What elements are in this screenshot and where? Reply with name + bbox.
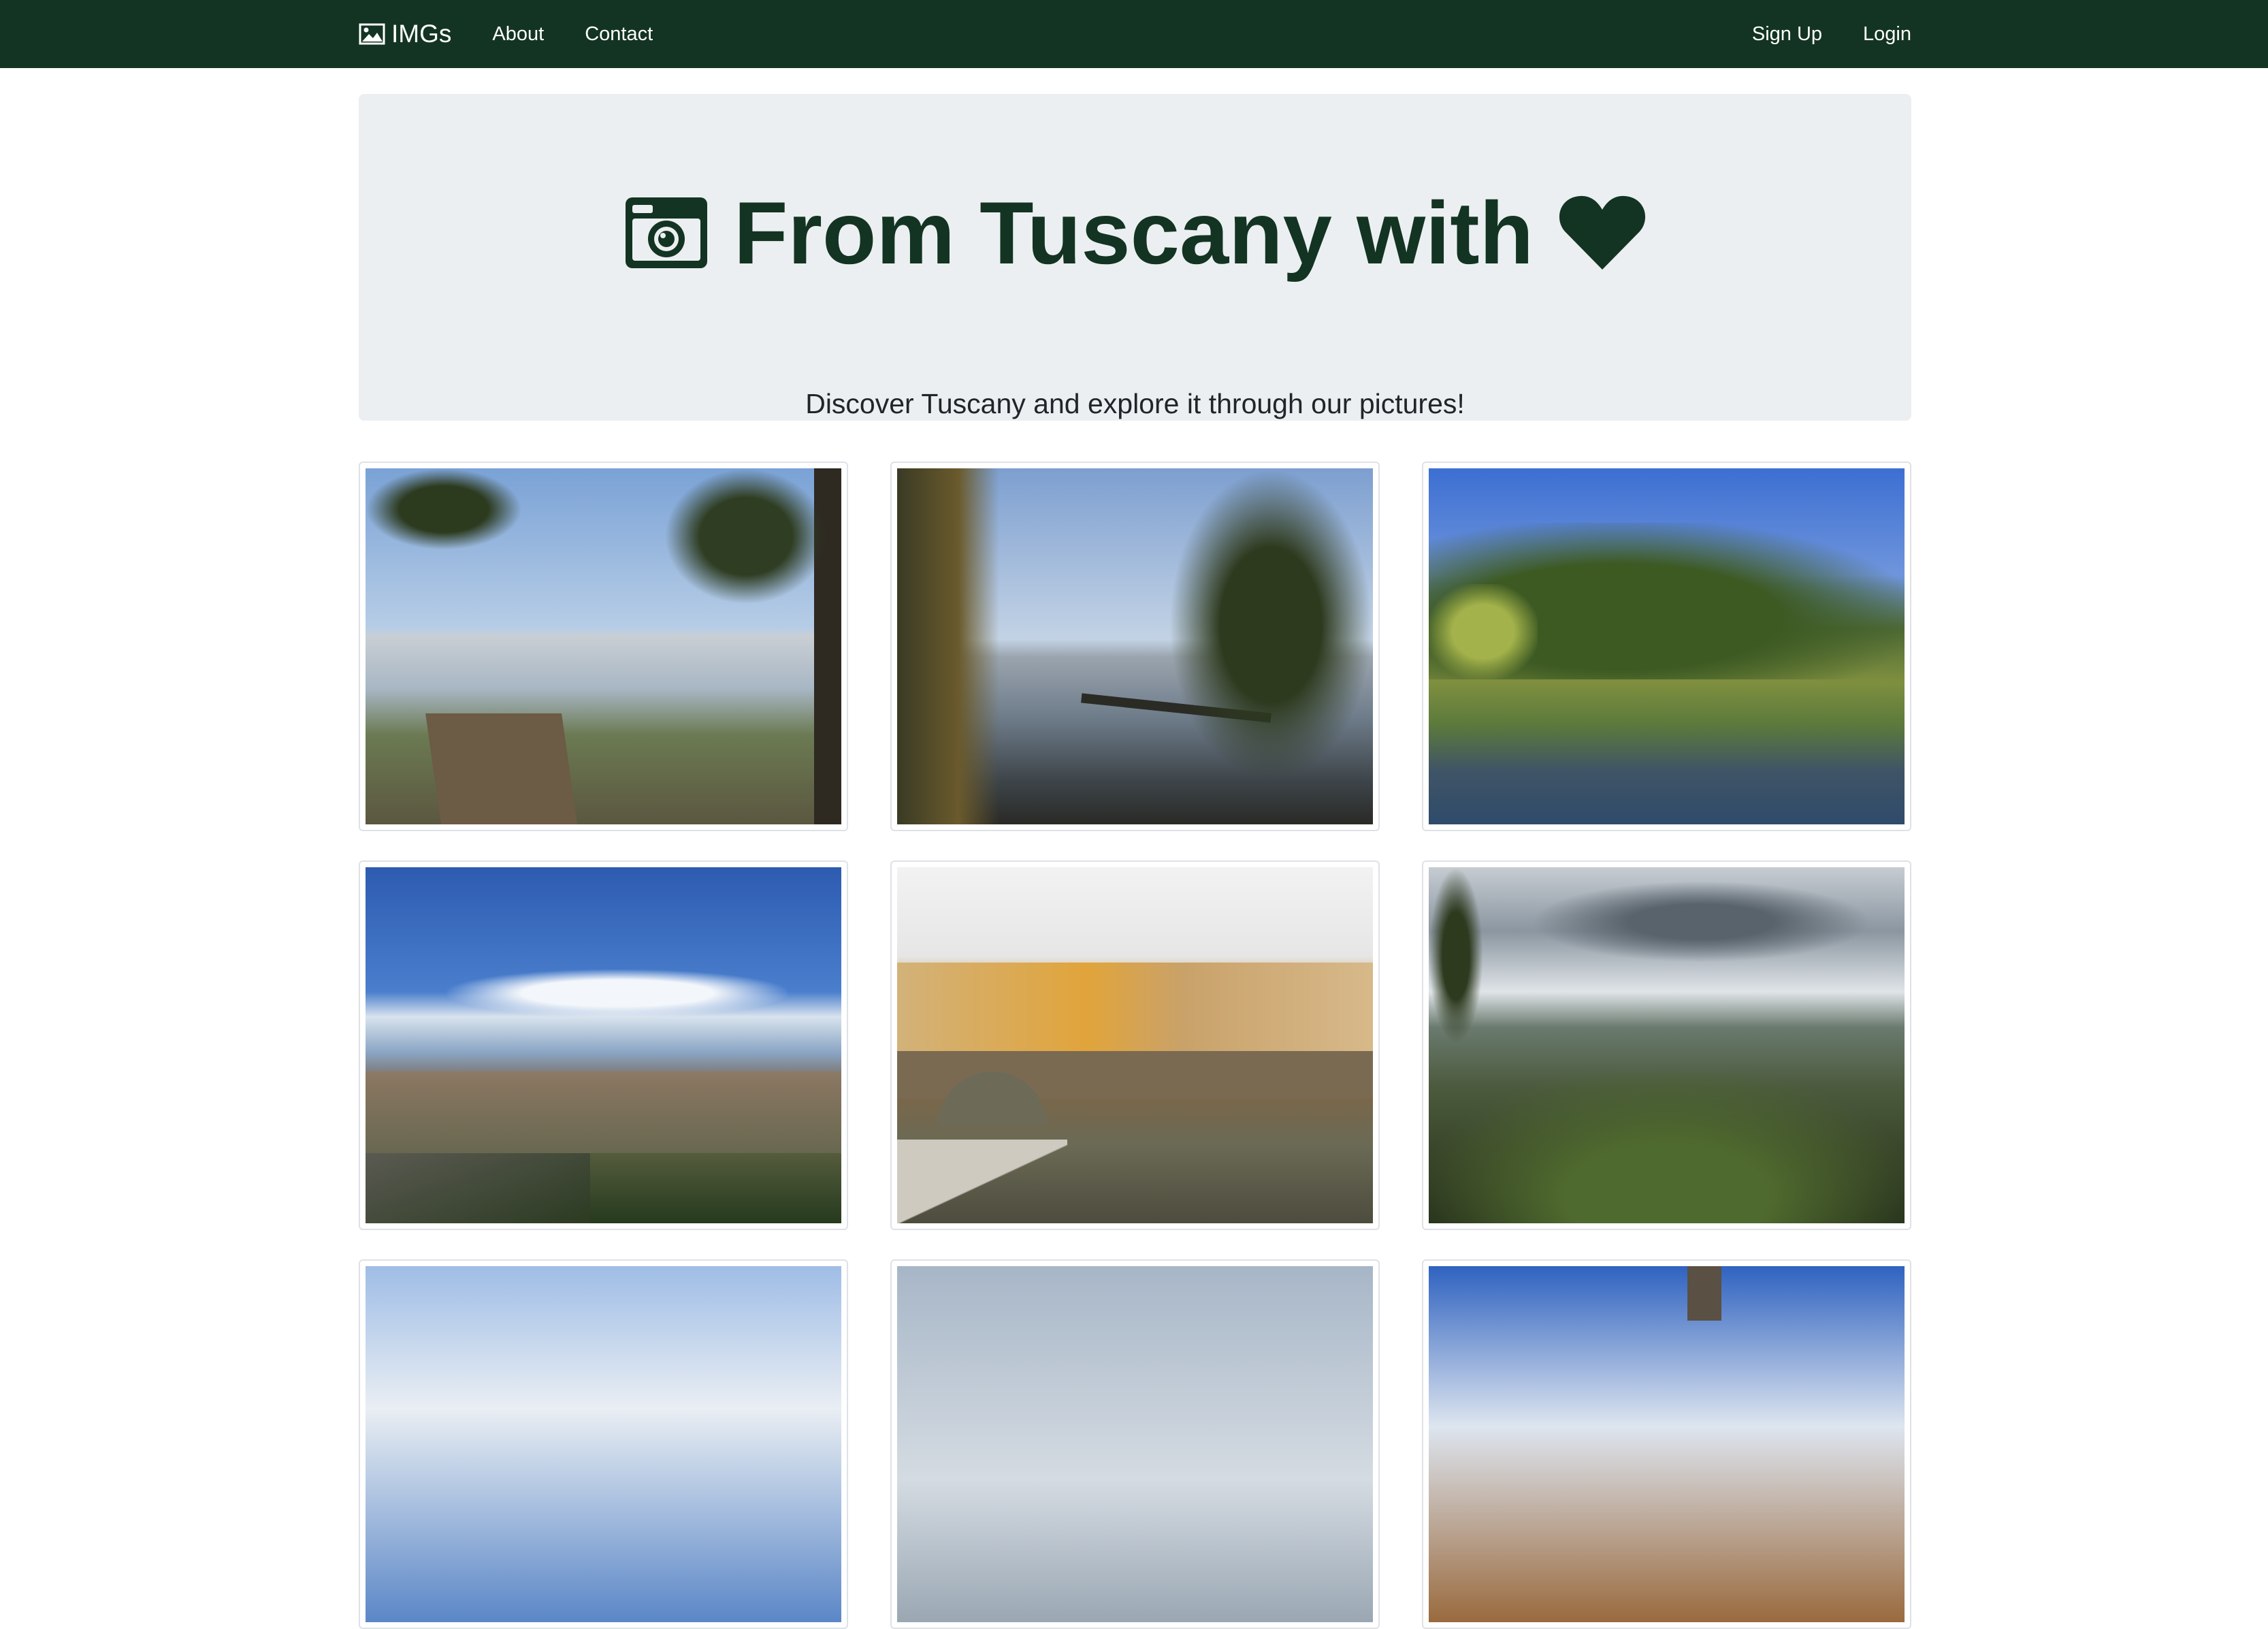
photo-florence-panorama xyxy=(366,867,841,1223)
photo-lake-with-water-lilies xyxy=(1429,468,1905,824)
photo-card[interactable] xyxy=(1422,1259,1911,1629)
photo-tuscan-hills xyxy=(1429,867,1905,1223)
photo-clouds-sky xyxy=(366,1266,841,1622)
photo-card[interactable] xyxy=(890,462,1380,831)
photo-card[interactable] xyxy=(890,1259,1380,1629)
hero-title-row: From Tuscany with xyxy=(359,174,1911,291)
photo-card[interactable] xyxy=(359,860,848,1230)
photo-card[interactable] xyxy=(359,462,848,831)
photo-card[interactable] xyxy=(890,860,1380,1230)
hero-title-text: From Tuscany with xyxy=(734,183,1534,283)
nav-link-login[interactable]: Login xyxy=(1863,23,1911,46)
top-navbar: IMGs About Contact Sign Up Login xyxy=(0,0,2268,68)
navbar-left: IMGs About Contact xyxy=(359,20,694,48)
heart-icon xyxy=(1559,195,1646,270)
nav-link-contact[interactable]: Contact xyxy=(585,23,653,46)
hero-subtitle: Discover Tuscany and explore it through … xyxy=(805,388,1465,419)
nav-link-about[interactable]: About xyxy=(492,23,544,46)
brand-name: IMGs xyxy=(391,20,452,48)
photo-lake-with-wooden-pier xyxy=(366,468,841,824)
image-icon xyxy=(359,23,385,45)
brand-link[interactable]: IMGs xyxy=(359,20,451,48)
photo-gallery xyxy=(359,462,1911,1629)
photo-cloudy-landscape xyxy=(897,1266,1373,1622)
photo-card[interactable] xyxy=(359,1259,848,1629)
camera-icon xyxy=(626,197,708,268)
navbar-container: IMGs About Contact Sign Up Login xyxy=(359,0,1911,68)
photo-card[interactable] xyxy=(1422,462,1911,831)
photo-siena-cathedral xyxy=(1429,1266,1905,1622)
nav-link-sign-up[interactable]: Sign Up xyxy=(1752,23,1822,46)
hero-jumbotron: From Tuscany with Discover Tuscany and e… xyxy=(359,94,1911,421)
navbar-right: Sign Up Login xyxy=(1711,23,1911,46)
photo-card[interactable] xyxy=(1422,860,1911,1230)
photo-ponte-vecchio xyxy=(897,867,1373,1223)
photo-lake-with-jetty-and-trees xyxy=(897,468,1373,824)
